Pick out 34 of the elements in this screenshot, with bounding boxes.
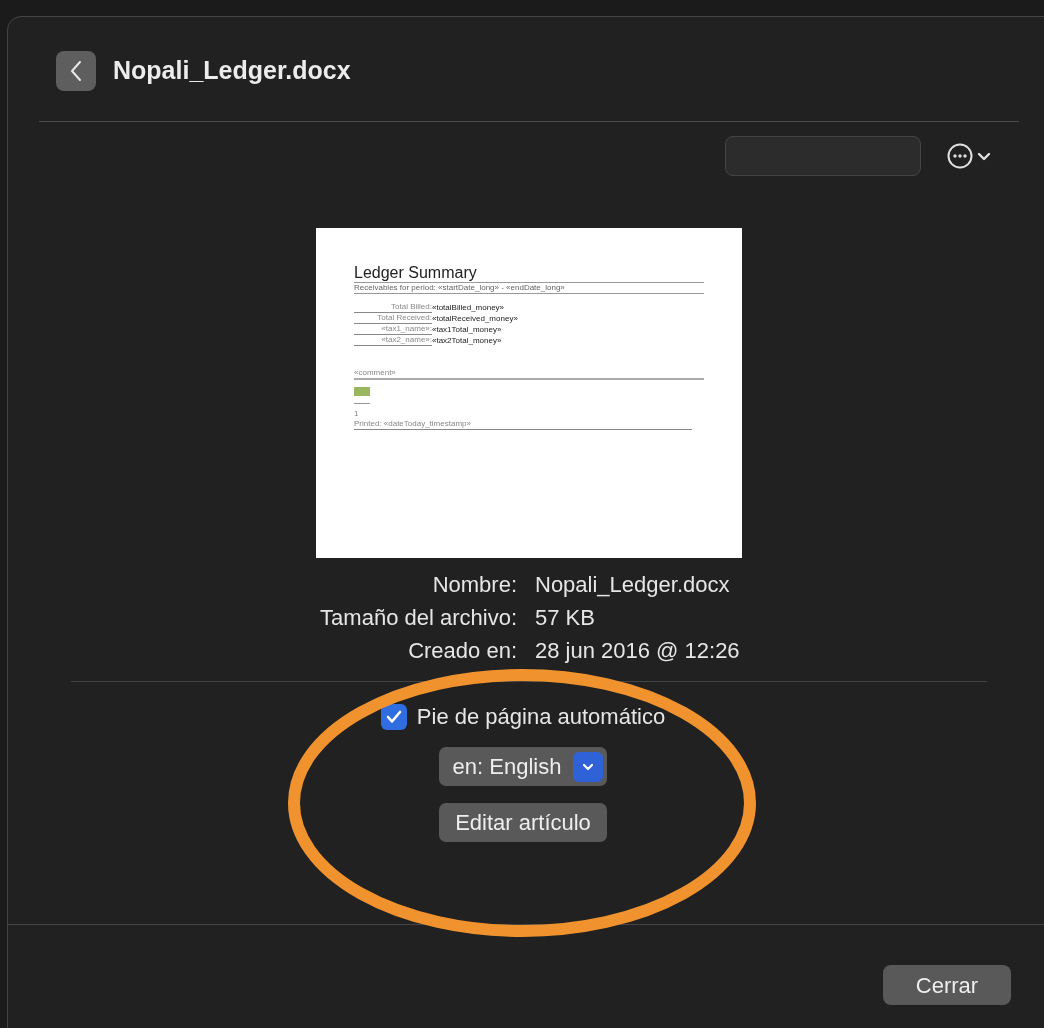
ellipsis-circle-icon <box>947 143 973 169</box>
language-dropdown[interactable]: en: English <box>438 747 608 786</box>
field-value: «tax1Total_money» <box>432 325 502 335</box>
back-button[interactable] <box>56 51 96 91</box>
back-icon <box>70 60 82 82</box>
document-title: Ledger Summary <box>354 264 478 282</box>
checkbox[interactable] <box>380 703 407 730</box>
info-value: 28 jun 2016 @ 12:26 <box>535 637 740 665</box>
info-value: Nopali_Ledger.docx <box>535 571 730 599</box>
field-label: Total Received: <box>354 313 432 324</box>
field-value: «totalBilled_money» <box>432 303 505 313</box>
highlight-swatch <box>354 387 370 396</box>
checkbox-label: Pie de página automático <box>416 703 666 731</box>
edit-article-button[interactable]: Editar artículo <box>439 803 607 842</box>
field-label: «tax1_name»: <box>354 324 432 335</box>
field-value: «totalReceived_money» <box>432 314 518 324</box>
field-label: «tax2_name»: <box>354 335 432 346</box>
document-subtitle: Receivables for period: «startDate_long» - «endDate_long» <box>354 283 566 293</box>
field-label: Total Billed: <box>354 302 432 313</box>
comment-field: «comment» <box>354 368 396 378</box>
printed-text: Printed: «dateToday_timestamp» <box>354 419 692 430</box>
info-label: Creado en: <box>407 637 517 665</box>
search-field[interactable] <box>725 136 921 176</box>
page-number: 1 <box>354 409 359 419</box>
dropdown-chevron-icon <box>573 751 604 782</box>
close-button[interactable]: Cerrar <box>883 965 1011 1005</box>
checkmark-icon <box>385 709 402 724</box>
more-options-button[interactable] <box>947 143 991 169</box>
info-label: Tamaño del archivo: <box>319 604 517 632</box>
field-value: «tax2Total_money» <box>432 336 502 346</box>
info-label: Nombre: <box>431 571 517 599</box>
chevron-down-icon <box>977 151 991 161</box>
info-value: 57 KB <box>535 604 595 632</box>
window-title: Nopali_Ledger.docx <box>113 55 351 87</box>
